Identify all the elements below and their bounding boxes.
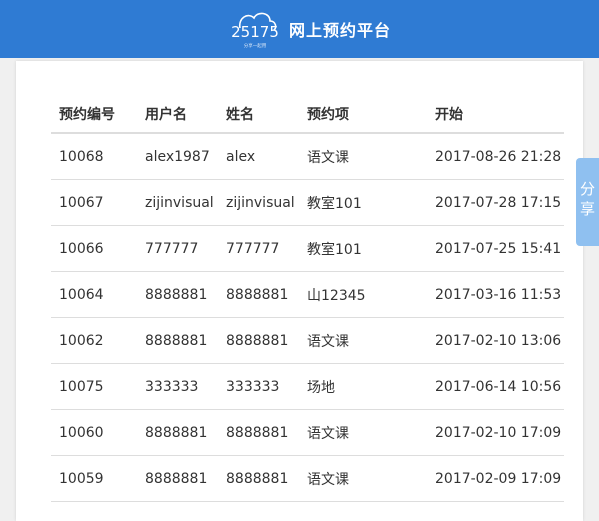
cell-start: 2017-03-16 11:53 [427, 271, 564, 318]
cell-name: 777777 [218, 225, 299, 272]
column-header-id[interactable]: 预约编号 [51, 96, 137, 134]
cell-item: 山12345 [299, 271, 427, 318]
cell-username: 8888881 [137, 409, 218, 456]
column-header-username[interactable]: 用户名 [137, 96, 218, 134]
table-row[interactable]: 10068 alex1987 alex 语文课 2017-08-26 21:28 [51, 133, 564, 180]
site-logo[interactable]: 25175 分享一起用 [230, 8, 280, 50]
cell-username: 8888881 [137, 455, 218, 502]
logo-tagline: 分享一起用 [244, 42, 267, 49]
share-button[interactable]: 分 享 [576, 158, 599, 246]
cell-start: 2017-08-26 21:28 [427, 133, 564, 180]
table-row[interactable]: 10066 777777 777777 教室101 2017-07-25 15:… [51, 225, 564, 272]
cell-item: 语文课 [299, 409, 427, 456]
table-row[interactable]: 10064 8888881 8888881 山12345 2017-03-16 … [51, 271, 564, 318]
cell-item: 场地 [299, 363, 427, 410]
cell-id: 10062 [51, 317, 137, 364]
logo-text: 25175 [231, 23, 279, 41]
table-row[interactable]: 10059 8888881 8888881 语文课 2017-02-09 17:… [51, 455, 564, 502]
column-header-name[interactable]: 姓名 [218, 96, 299, 134]
app-header: 25175 分享一起用 网上预约平台 [0, 0, 599, 58]
table-row[interactable]: 10062 8888881 8888881 语文课 2017-02-10 13:… [51, 317, 564, 364]
cell-start: 2017-07-25 15:41 [427, 225, 564, 272]
cell-id: 10068 [51, 133, 137, 180]
cell-item: 教室101 [299, 225, 427, 272]
cell-item: 语文课 [299, 317, 427, 364]
cell-name: zijinvisual [218, 179, 299, 226]
app-title: 网上预约平台 [289, 21, 392, 40]
cell-start: 2017-02-10 13:06 [427, 317, 564, 364]
column-header-item[interactable]: 预约项 [299, 96, 427, 134]
cell-name: 8888881 [218, 409, 299, 456]
cell-name: 8888881 [218, 317, 299, 364]
cell-username: zijinvisual [137, 179, 218, 226]
booking-table: 预约编号 用户名 姓名 预约项 开始 10068 alex1987 alex 语… [51, 96, 564, 502]
cell-username: 777777 [137, 225, 218, 272]
cell-id: 10066 [51, 225, 137, 272]
cell-id: 10075 [51, 363, 137, 410]
cell-id: 10064 [51, 271, 137, 318]
cloud-logo-icon: 25175 分享一起用 [231, 12, 279, 49]
cell-id: 10059 [51, 455, 137, 502]
cell-username: 8888881 [137, 317, 218, 364]
cell-start: 2017-02-10 17:09 [427, 409, 564, 456]
share-label-char-1: 分 [579, 180, 595, 198]
cell-id: 10067 [51, 179, 137, 226]
cell-start: 2017-06-14 10:56 [427, 363, 564, 410]
cell-item: 教室101 [299, 179, 427, 226]
cell-name: 8888881 [218, 455, 299, 502]
cell-name: alex [218, 133, 299, 180]
cell-username: 8888881 [137, 271, 218, 318]
cell-item: 语文课 [299, 133, 427, 180]
table-row[interactable]: 10060 8888881 8888881 语文课 2017-02-10 17:… [51, 409, 564, 456]
share-label-char-2: 享 [579, 200, 595, 218]
cell-start: 2017-02-09 17:09 [427, 455, 564, 502]
table-row[interactable]: 10067 zijinvisual zijinvisual 教室101 2017… [51, 179, 564, 226]
cell-id: 10060 [51, 409, 137, 456]
cell-username: 333333 [137, 363, 218, 410]
table-row[interactable]: 10075 333333 333333 场地 2017-06-14 10:56 [51, 363, 564, 410]
cell-username: alex1987 [137, 133, 218, 180]
cell-name: 333333 [218, 363, 299, 410]
column-header-start[interactable]: 开始 [427, 96, 564, 134]
cell-item: 语文课 [299, 455, 427, 502]
cell-start: 2017-07-28 17:15 [427, 179, 564, 226]
cell-name: 8888881 [218, 271, 299, 318]
table-header-row: 预约编号 用户名 姓名 预约项 开始 [51, 96, 564, 134]
